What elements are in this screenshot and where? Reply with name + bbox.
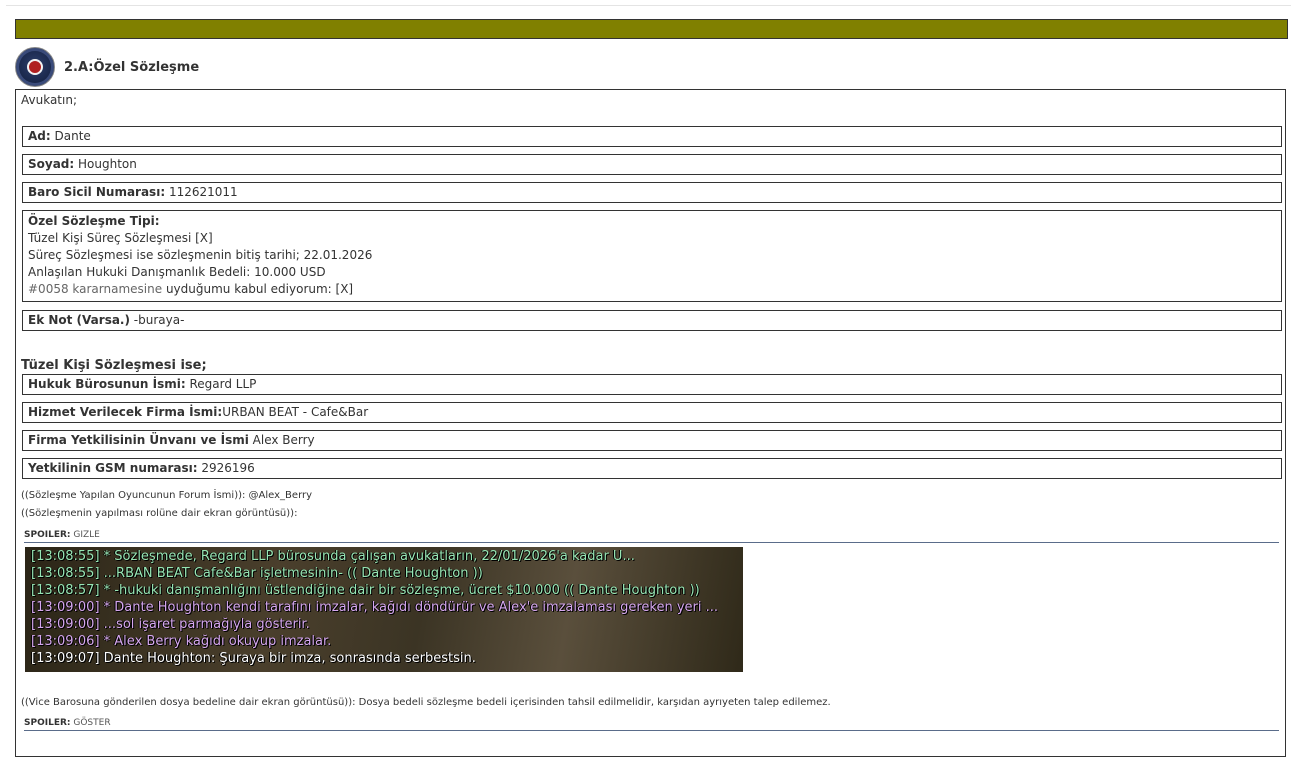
chat-line: [13:08:57] * -hukuki danışmanlığını üstl…: [31, 583, 700, 598]
field-soyad: Soyad: Houghton: [22, 154, 1282, 175]
field-ad-value: Dante: [54, 129, 91, 143]
field-ek-not-label: Ek Not (Varsa.): [28, 313, 130, 327]
post-header: 2.A:Özel Sözleşme: [15, 47, 199, 87]
forum-name-note: ((Sözleşme Yapılan Oyuncunun Forum İsmi)…: [21, 490, 313, 501]
field-soyad-value: Houghton: [78, 157, 137, 171]
screenshot-note: ((Sözleşmenin yapılması rolüne dair ekra…: [21, 508, 298, 519]
contract-type-label: Özel Sözleşme Tipi:: [28, 214, 160, 228]
page-title: 2.A:Özel Sözleşme: [64, 59, 200, 75]
spoiler-toggle-hide[interactable]: GIZLE: [73, 530, 100, 540]
vice-bar-note: ((Vice Barosuna gönderilen dosya bedelin…: [21, 697, 831, 708]
field-law-firm-value: Regard LLP: [189, 377, 257, 391]
top-divider: [6, 5, 1291, 6]
field-authorized-label: Firma Yetkilisinin Ünvanı ve İsmi: [28, 433, 249, 447]
seal-icon: [15, 47, 55, 87]
field-gsm-label: Yetkilinin GSM numarası:: [28, 461, 198, 475]
intro-text: Avukatın;: [21, 93, 77, 107]
contract-type-line: Tüzel Kişi Süreç Sözleşmesi [X]: [28, 231, 213, 245]
contract-end-date: Süreç Sözleşmesi ise sözleşmenin bitiş t…: [28, 248, 373, 262]
field-baro-label: Baro Sicil Numarası:: [28, 185, 166, 199]
chat-line: [13:08:55] * Sözleşmede, Regard LLP büro…: [31, 549, 635, 564]
chat-screenshot: [13:08:55] * Sözleşmede, Regard LLP büro…: [25, 547, 743, 672]
contract-fee: Anlaşılan Hukuki Danışmanlık Bedeli: 10.…: [28, 265, 326, 279]
chat-line: [13:09:00] ...sol işaret parmağıyla göst…: [31, 617, 310, 632]
chat-line: [13:09:06] * Alex Berry kağıdı okuyup im…: [31, 634, 332, 649]
spoiler-label: SPOILER:: [24, 718, 71, 728]
field-company-label: Hizmet Verilecek Firma İsmi:: [28, 405, 223, 419]
spoiler-header-2: SPOILER: GÖSTER: [24, 718, 1279, 731]
post-color-bar: [15, 19, 1288, 39]
spoiler-toggle-show[interactable]: GÖSTER: [73, 718, 110, 728]
field-ek-not-value: -buraya-: [129, 313, 185, 327]
field-contract-type: Özel Sözleşme Tipi: Tüzel Kişi Süreç Söz…: [22, 210, 1282, 302]
field-company-value: URBAN BEAT - Cafe&Bar: [222, 405, 369, 419]
spoiler-label: SPOILER:: [24, 530, 71, 540]
field-authorized: Firma Yetkilisinin Ünvanı ve İsmi Alex B…: [22, 430, 1282, 451]
field-ek-not: Ek Not (Varsa.) -buraya-: [22, 310, 1282, 331]
legal-entity-title: Tüzel Kişi Sözleşmesi ise;: [21, 358, 207, 373]
field-ad: Ad: Dante: [22, 126, 1282, 147]
field-gsm: Yetkilinin GSM numarası: 2926196: [22, 458, 1282, 479]
chat-line: [13:09:07] Dante Houghton: Şuraya bir im…: [31, 651, 476, 666]
field-baro-value: 112621011: [168, 185, 238, 199]
field-gsm-value: 2926196: [201, 461, 255, 475]
field-soyad-label: Soyad:: [28, 157, 75, 171]
field-ad-label: Ad:: [28, 129, 51, 143]
decree-acceptance: #0058 kararnamesine uyduğumu kabul ediyo…: [28, 282, 354, 296]
field-baro: Baro Sicil Numarası: 112621011: [22, 182, 1282, 203]
spoiler-header-1: SPOILER: GIZLE: [24, 530, 1279, 543]
field-authorized-value: Alex Berry: [252, 433, 315, 447]
field-law-firm: Hukuk Bürosunun İsmi: Regard LLP: [22, 374, 1282, 395]
chat-line: [13:09:00] * Dante Houghton kendi tarafı…: [31, 600, 719, 615]
contract-form: Avukatın; Ad: Dante Soyad: Houghton Baro…: [15, 89, 1286, 757]
chat-line: [13:08:55] ...RBAN BEAT Cafe&Bar işletme…: [31, 566, 483, 581]
field-company: Hizmet Verilecek Firma İsmi:URBAN BEAT -…: [22, 402, 1282, 423]
decree-link[interactable]: #0058 kararnamesine: [28, 282, 162, 296]
field-law-firm-label: Hukuk Bürosunun İsmi:: [28, 377, 186, 391]
